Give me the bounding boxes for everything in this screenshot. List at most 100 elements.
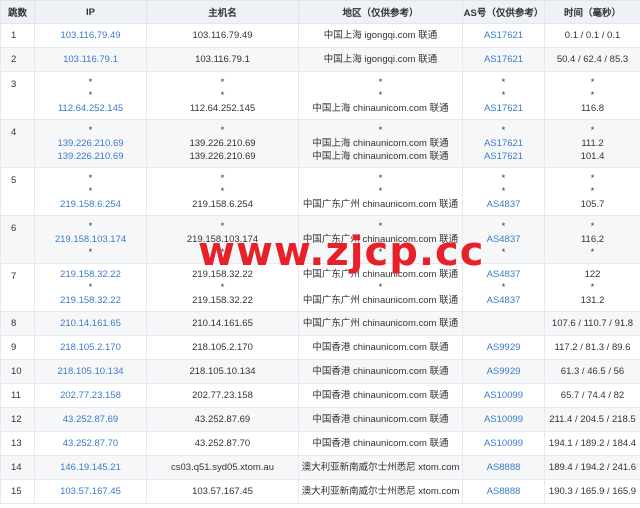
time-value: 50.4 / 62.4 / 85.3 xyxy=(556,54,629,65)
table-row: 3 * * 112.64.252.145 * * 112.64.252.145 * * 中国上海 … xyxy=(0,71,640,120)
ip-value[interactable]: 103.57.167.45 xyxy=(37,485,144,498)
ip-value[interactable]: 103.116.79.1 xyxy=(37,53,144,66)
hostname-cell: * * 219.158.6.254 xyxy=(146,167,299,216)
region-value: * xyxy=(378,173,383,184)
asn-value[interactable]: AS17621 xyxy=(465,29,542,42)
region-cell: * * 中国广东广州 chinaunicom.com 联通 xyxy=(298,167,463,216)
ip-value[interactable]: 139.226.210.69 xyxy=(37,150,144,163)
asn-value[interactable]: AS9929 xyxy=(465,365,542,378)
region-value: * xyxy=(378,282,383,293)
column-header-region[interactable]: 地区（仅供参考） xyxy=(298,0,463,24)
region-value: 中国广东广州 chinaunicom.com 联通 xyxy=(302,199,459,210)
time-cell: 189.4 / 194.2 / 241.6 xyxy=(544,455,640,480)
time-cell: 107.6 / 110.7 / 91.8 xyxy=(544,311,640,336)
ip-value[interactable]: 202.77.23.158 xyxy=(37,389,144,402)
hostname-cell: 103.116.79.49 xyxy=(146,23,299,48)
time-value: 116.2 xyxy=(580,234,605,245)
hostname-value: 103.116.79.49 xyxy=(192,30,253,41)
asn-cell: * AS4837 * xyxy=(462,215,545,264)
hostname-value: * xyxy=(220,173,225,184)
asn-value[interactable]: AS10099 xyxy=(465,389,542,402)
column-header-hostname[interactable]: 主机名 xyxy=(146,0,299,24)
asn-value[interactable]: AS4837 xyxy=(465,268,542,281)
ip-value: * xyxy=(88,173,93,184)
asn-value[interactable]: AS8888 xyxy=(465,485,542,498)
hostname-value: 218.105.2.170 xyxy=(192,342,253,353)
asn-value[interactable]: AS10099 xyxy=(465,437,542,450)
ip-value[interactable]: 43.252.87.69 xyxy=(37,413,144,426)
hop-number: 13 xyxy=(0,431,35,456)
table-row: 4 * 139.226.210.69 139.226.210.69 * 139.226.2… xyxy=(0,119,640,168)
time-value: 61.3 / 46.5 / 56 xyxy=(560,366,625,377)
asn-value[interactable]: AS4837 xyxy=(465,198,542,211)
hostname-cell: 43.252.87.69 xyxy=(146,407,299,432)
hostname-cell: * 219.158.103.174 * xyxy=(146,215,299,264)
ip-cell: * * 219.158.6.254 xyxy=(34,167,147,216)
asn-value[interactable]: AS17621 xyxy=(465,150,542,163)
time-cell: 211.4 / 204.5 / 218.5 xyxy=(544,407,640,432)
time-value: 211.4 / 204.5 / 218.5 xyxy=(549,414,636,425)
asn-value: * xyxy=(501,90,506,101)
hostname-value: * xyxy=(220,186,225,197)
hop-number: 14 xyxy=(0,455,35,480)
hostname-value: 103.116.79.1 xyxy=(195,54,250,65)
hostname-cell: 103.57.167.45 xyxy=(146,479,299,504)
region-value: * xyxy=(378,186,383,197)
asn-value[interactable]: AS17621 xyxy=(465,53,542,66)
region-value: 中国广东广州 chinaunicom.com 联通 xyxy=(302,234,459,245)
hop-number: 4 xyxy=(0,119,35,168)
ip-value[interactable]: 219.158.103.174 xyxy=(37,233,144,246)
ip-value[interactable]: 103.116.79.49 xyxy=(37,29,144,42)
time-value: * xyxy=(590,221,595,232)
region-cell: * 中国广东广州 chinaunicom.com 联通 * xyxy=(298,215,463,264)
ip-value[interactable]: 219.158.32.22 xyxy=(37,268,144,281)
hostname-value: 43.252.87.70 xyxy=(194,438,251,449)
table-row: 6 * 219.158.103.174 * * 219.158.103.174 * * 中国广东… xyxy=(0,215,640,264)
time-value: 0.1 / 0.1 / 0.1 xyxy=(564,30,621,41)
hostname-value: * xyxy=(220,90,225,101)
ip-value: * xyxy=(88,186,93,197)
time-value: 111.2 xyxy=(581,138,604,149)
hostname-cell: 218.105.2.170 xyxy=(146,335,299,360)
asn-value[interactable]: AS17621 xyxy=(465,102,542,115)
time-value: * xyxy=(590,125,595,136)
ip-cell: * 219.158.103.174 * xyxy=(34,215,147,264)
hostname-cell: * * 112.64.252.145 xyxy=(146,71,299,120)
ip-cell: 103.57.167.45 xyxy=(34,479,147,504)
column-header-hop[interactable]: 跳数 xyxy=(0,0,35,24)
ip-value[interactable]: 218.105.2.170 xyxy=(37,341,144,354)
ip-value[interactable]: 146.19.145.21 xyxy=(37,461,144,474)
asn-cell: AS10099 xyxy=(462,407,545,432)
asn-value[interactable]: AS8888 xyxy=(465,461,542,474)
column-header-ip[interactable]: IP xyxy=(34,0,147,24)
ip-value[interactable]: 219.158.6.254 xyxy=(37,198,144,211)
ip-value[interactable]: 210.14.161.65 xyxy=(37,317,144,330)
column-header-time[interactable]: 时间（毫秒） xyxy=(544,0,640,24)
asn-value[interactable]: AS9929 xyxy=(465,341,542,354)
asn-value: * xyxy=(501,247,506,258)
asn-value[interactable]: AS10099 xyxy=(465,413,542,426)
asn-cell xyxy=(462,311,545,336)
table-row: 12 43.252.87.69 43.252.87.69 中国香港 chinaunic… xyxy=(0,407,640,432)
asn-value[interactable]: AS4837 xyxy=(465,294,542,307)
hostname-cell: 218.105.10.134 xyxy=(146,359,299,384)
table-row: 2 103.116.79.1 103.116.79.1 中国上海 igongqi.co… xyxy=(0,47,640,72)
column-header-asn[interactable]: AS号（仅供参考） xyxy=(462,0,545,24)
table-row: 13 43.252.87.70 43.252.87.70 中国香港 chinaunic… xyxy=(0,431,640,456)
time-value: * xyxy=(590,77,595,88)
region-cell: 中国香港 chinaunicom.com 联通 xyxy=(298,407,463,432)
ip-value[interactable]: 218.105.10.134 xyxy=(37,365,144,378)
time-value: * xyxy=(590,247,595,258)
asn-value[interactable]: AS17621 xyxy=(465,137,542,150)
ip-value[interactable]: 43.252.87.70 xyxy=(37,437,144,450)
time-cell: 122 * 131.2 xyxy=(544,263,640,312)
hop-number: 7 xyxy=(0,263,35,312)
ip-value[interactable]: 112.64.252.145 xyxy=(37,102,144,115)
region-cell: 中国香港 chinaunicom.com 联通 xyxy=(298,431,463,456)
asn-cell: AS10099 xyxy=(462,431,545,456)
region-value: 中国香港 chinaunicom.com 联通 xyxy=(312,438,449,449)
asn-value[interactable]: AS4837 xyxy=(465,233,542,246)
time-value: * xyxy=(590,90,595,101)
ip-value[interactable]: 219.158.32.22 xyxy=(37,294,144,307)
ip-value[interactable]: 139.226.210.69 xyxy=(37,137,144,150)
